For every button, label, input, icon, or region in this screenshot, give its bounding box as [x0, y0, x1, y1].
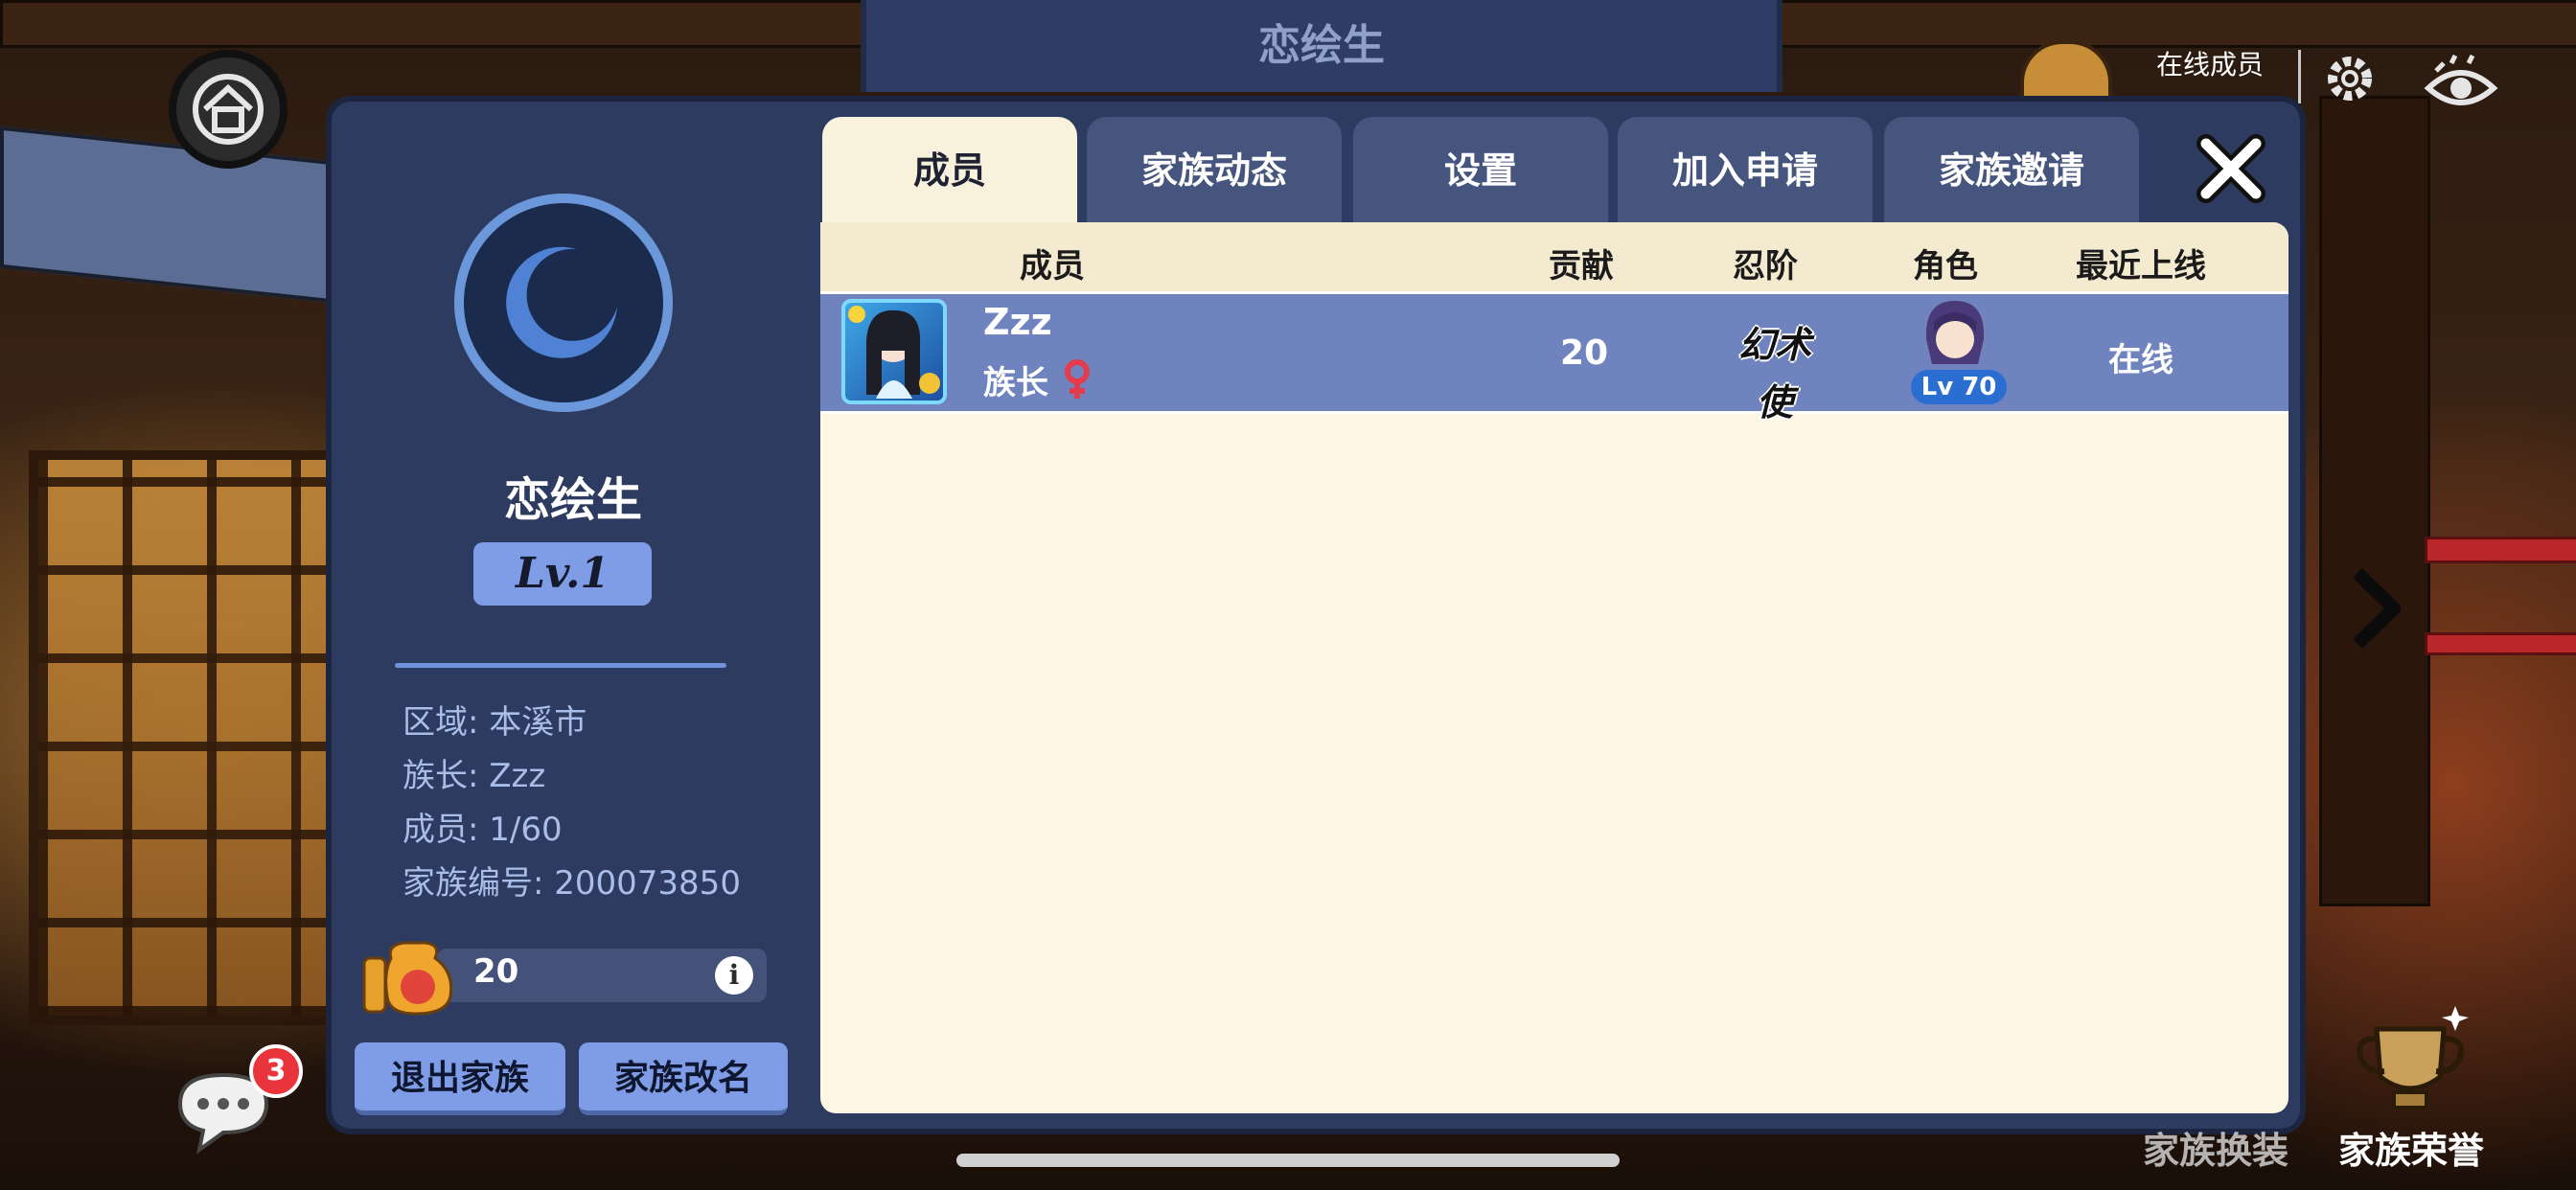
info-divider [395, 663, 726, 668]
member-contribution: 20 [1560, 333, 1609, 373]
next-arrow-icon [2353, 567, 2401, 650]
role-avatar[interactable] [1920, 297, 1990, 372]
lantern-window [29, 450, 335, 1025]
family-honor-label[interactable]: 家族荣誉 [2338, 1121, 2484, 1174]
family-level-badge: Lv.1 [473, 542, 652, 606]
member-rank-badge: 幻术使 [1721, 316, 1828, 423]
settings-button[interactable] [2321, 50, 2379, 107]
close-icon [2196, 134, 2266, 203]
info-icon[interactable]: i [715, 956, 753, 995]
rename-family-button[interactable]: 家族改名 [579, 1042, 788, 1115]
member-name: Zzz [983, 301, 1052, 343]
tab-join-requests[interactable]: 加入申请 [1618, 117, 1873, 224]
female-icon [1062, 358, 1092, 400]
header-rank: 忍阶 [1733, 247, 1798, 286]
wooden-pillar [2319, 96, 2430, 906]
tab-members[interactable]: 成员 [822, 117, 1077, 232]
member-title: 族长 [983, 364, 1048, 402]
tab-family-news[interactable]: 家族动态 [1087, 117, 1342, 224]
home-indicator[interactable] [956, 1154, 1620, 1167]
tab-settings[interactable]: 设置 [1353, 117, 1608, 224]
next-arrow-button[interactable] [2348, 565, 2405, 652]
eye-icon [2424, 54, 2498, 105]
home-button[interactable] [169, 50, 288, 169]
family-name: 恋绘生 [503, 473, 642, 527]
fund-bag-icon [362, 929, 456, 1016]
role-level-badge: Lv 70 [1911, 370, 2007, 404]
divider [2298, 50, 2301, 103]
family-emblem [454, 194, 673, 412]
home-icon [193, 74, 264, 145]
family-region: 区域: 本溪市 [402, 703, 587, 742]
member-rank: 幻术使 [1737, 323, 1811, 423]
family-id: 家族编号: 200073850 [402, 864, 741, 903]
member-last-online: 在线 [2108, 341, 2174, 379]
noren-curtain [0, 126, 334, 304]
chat-unread-badge: 3 [249, 1044, 303, 1098]
honor-trophy-icon[interactable] [2348, 1000, 2472, 1119]
family-fund-value: 20 [473, 952, 519, 991]
roof-beam [0, 0, 868, 48]
crescent-emblem-icon [506, 246, 617, 358]
eye-toggle-button[interactable] [2423, 50, 2499, 123]
family-leader: 族长: Zzz [402, 757, 546, 795]
tab-family-invites[interactable]: 家族邀请 [1884, 117, 2139, 224]
family-member-count: 成员: 1/60 [402, 811, 563, 849]
bridge-rail [2425, 537, 2576, 563]
settings-gear-icon [2328, 57, 2372, 101]
header-member: 成员 [1020, 247, 1085, 286]
bridge-rail-lower [2425, 632, 2576, 655]
header-role: 角色 [1913, 247, 1978, 286]
header-contribution: 贡献 [1549, 247, 1614, 286]
leave-family-button[interactable]: 退出家族 [355, 1042, 565, 1115]
member-avatar[interactable] [841, 299, 947, 404]
top-family-title: 恋绘生 [861, 0, 1782, 92]
header-last-online: 最近上线 [2076, 247, 2206, 286]
family-outfit-label[interactable]: 家族换装 [2143, 1121, 2288, 1174]
online-members-label: 在线成员 [2156, 49, 2265, 80]
close-button[interactable] [2195, 132, 2267, 205]
